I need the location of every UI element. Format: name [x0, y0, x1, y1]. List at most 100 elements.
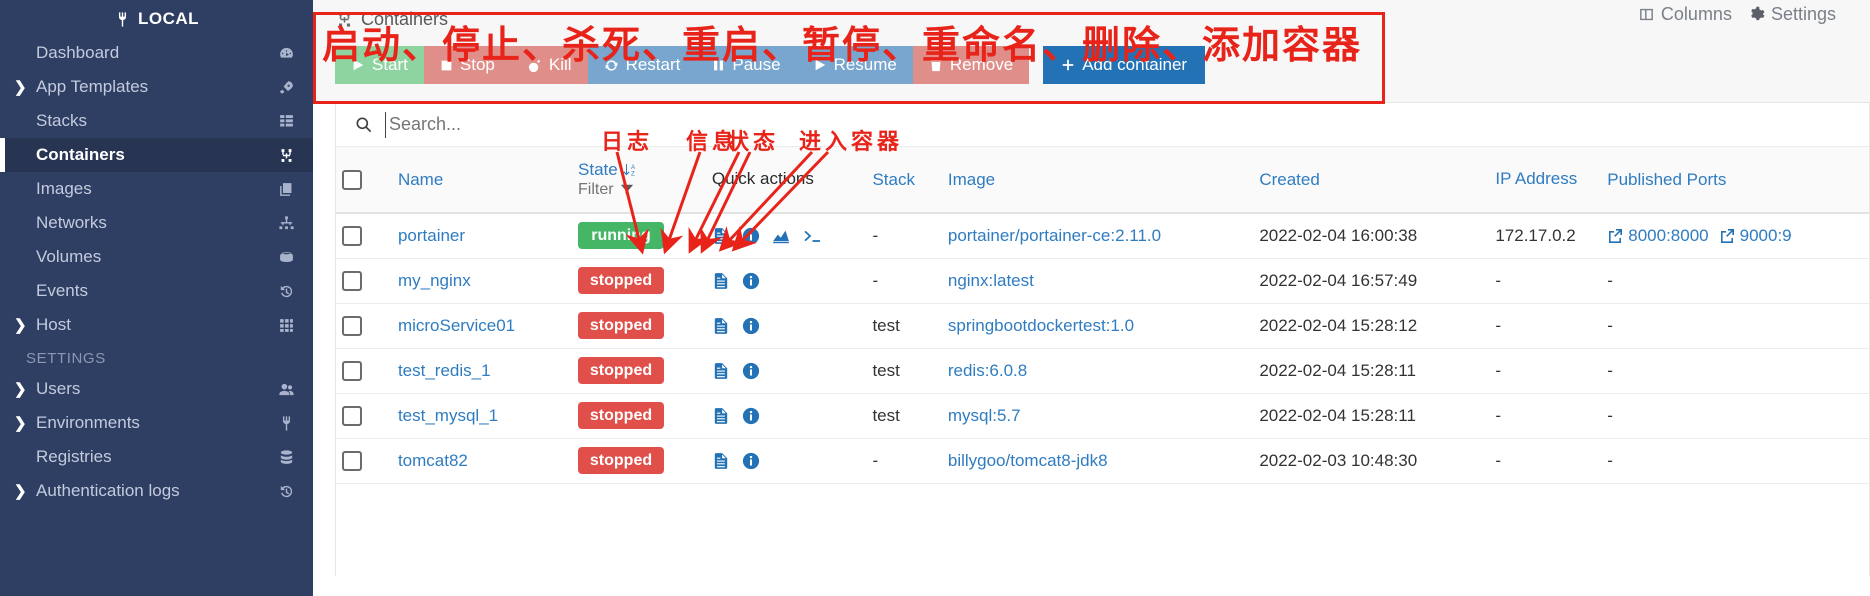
info-icon[interactable]	[742, 407, 760, 425]
sidebar-item-events[interactable]: ❯ Events	[0, 274, 313, 308]
column-header-published-ports[interactable]: Published Ports	[1601, 147, 1869, 214]
columns-button[interactable]: Columns	[1638, 4, 1732, 25]
row-checkbox[interactable]	[342, 225, 362, 246]
row-checkbox[interactable]	[342, 360, 362, 381]
sidebar-item-containers[interactable]: ❯ Containers	[0, 138, 313, 172]
search-bar	[336, 103, 1869, 147]
cell-quick-actions	[705, 438, 867, 484]
info-icon[interactable]	[742, 227, 760, 245]
stop-button[interactable]: Stop	[423, 46, 511, 84]
add-container-button[interactable]: Add container	[1043, 46, 1206, 84]
plug-icon	[271, 415, 295, 432]
status-badge: running	[578, 222, 665, 250]
column-header-ip-address[interactable]: IP Address	[1489, 147, 1602, 214]
published-port-link[interactable]: 9000:9	[1719, 226, 1792, 246]
row-checkbox[interactable]	[342, 270, 362, 291]
row-checkbox[interactable]	[342, 315, 362, 336]
header-actions: Columns Settings	[1638, 4, 1836, 25]
sidebar-item-images[interactable]: ❯ Images	[0, 172, 313, 206]
column-header-state[interactable]: State AZ Filter	[572, 147, 706, 214]
column-header-name[interactable]: Name	[391, 147, 573, 214]
sidebar-item-stacks[interactable]: ❯ Stacks	[0, 104, 313, 138]
history-icon	[271, 483, 295, 500]
table-row[interactable]: portainer running - portainer/portainer-	[336, 213, 1869, 259]
container-name-link[interactable]: test_mysql_1	[398, 406, 498, 425]
logs-icon[interactable]	[712, 452, 730, 470]
sidebar-item-environments[interactable]: ❯ Environments	[0, 406, 313, 440]
settings-button[interactable]: Settings	[1748, 4, 1836, 25]
sidebar-item-label: Volumes	[36, 247, 102, 266]
chevron-right-icon: ❯	[14, 381, 27, 398]
sidebar-item-label: Users	[36, 379, 81, 398]
column-header-stack[interactable]: Stack	[866, 147, 942, 214]
info-icon[interactable]	[742, 452, 760, 470]
sidebar-item-authentication-logs[interactable]: ❯ Authentication logs	[0, 474, 313, 508]
info-icon[interactable]	[742, 272, 760, 290]
quick-actions-label: Quick actions	[711, 169, 814, 189]
bomb-icon	[527, 58, 542, 73]
image-link[interactable]: redis:6.0.8	[948, 361, 1027, 380]
logs-icon[interactable]	[712, 227, 730, 245]
restart-button[interactable]: Restart	[587, 46, 697, 84]
sidebar-item-host[interactable]: ❯ Host	[0, 308, 313, 342]
image-link[interactable]: nginx:latest	[948, 271, 1034, 290]
sidebar-item-networks[interactable]: ❯ Networks	[0, 206, 313, 240]
image-link[interactable]: springbootdockertest:1.0	[948, 316, 1134, 335]
dashboard-icon	[271, 45, 295, 62]
logs-icon[interactable]	[712, 407, 730, 425]
table-row[interactable]: microService01 stopped test springbootdo…	[336, 303, 1869, 349]
image-link[interactable]: billygoo/tomcat8-jdk8	[948, 451, 1108, 470]
cell-ip-address: -	[1489, 258, 1602, 304]
svg-text:Z: Z	[631, 171, 635, 178]
image-link[interactable]: portainer/portainer-ce:2.11.0	[948, 226, 1161, 245]
image-link[interactable]: mysql:5.7	[948, 406, 1021, 425]
start-button[interactable]: Start	[335, 46, 424, 84]
sidebar-item-app-templates[interactable]: ❯ App Templates	[0, 70, 313, 104]
cell-created: 2022-02-04 15:28:11	[1253, 348, 1490, 394]
column-header-image[interactable]: Image	[941, 147, 1254, 214]
search-input[interactable]	[385, 111, 785, 138]
table-row[interactable]: tomcat82 stopped - billygoo/tomcat8-jdk8…	[336, 438, 1869, 484]
container-name-link[interactable]: test_redis_1	[398, 361, 491, 380]
stats-icon[interactable]	[772, 227, 790, 245]
row-checkbox[interactable]	[342, 450, 362, 471]
pause-button[interactable]: Pause	[696, 46, 797, 84]
published-port-link[interactable]: 8000:8000	[1607, 226, 1709, 246]
resume-button[interactable]: Resume	[796, 46, 913, 84]
container-action-toolbar: Start Stop Kill Restart Pause Resume Rem…	[335, 46, 1870, 84]
column-header-created[interactable]: Created	[1253, 147, 1490, 214]
funnel-icon[interactable]	[620, 183, 634, 197]
info-icon[interactable]	[742, 362, 760, 380]
cell-created: 2022-02-04 16:57:49	[1253, 258, 1490, 304]
column-header-quick-actions: Quick actions	[705, 147, 867, 214]
sidebar-item-dashboard[interactable]: ❯ Dashboard	[0, 36, 313, 70]
table-row[interactable]: test_redis_1 stopped test redis:6.0.8 20…	[336, 348, 1869, 394]
select-all-checkbox[interactable]	[342, 169, 362, 190]
sidebar-item-volumes[interactable]: ❯ Volumes	[0, 240, 313, 274]
pause-label: Pause	[732, 55, 781, 74]
logs-icon[interactable]	[712, 362, 730, 380]
cell-state: stopped	[572, 258, 706, 304]
table-row[interactable]: test_mysql_1 stopped test mysql:5.7 2022…	[336, 393, 1869, 439]
container-name-link[interactable]: my_nginx	[398, 271, 471, 290]
cell-name: portainer	[391, 213, 573, 259]
logs-icon[interactable]	[712, 317, 730, 335]
container-name-link[interactable]: portainer	[398, 226, 465, 245]
portainer-app: LOCAL ❯ Dashboard ❯ App Templates ❯ Stac…	[0, 0, 1870, 596]
kill-button[interactable]: Kill	[510, 46, 588, 84]
sidebar-item-label: Environments	[36, 413, 140, 432]
sidebar-item-label: Dashboard	[36, 43, 120, 62]
logs-icon[interactable]	[712, 272, 730, 290]
container-name-link[interactable]: tomcat82	[398, 451, 468, 470]
row-checkbox[interactable]	[342, 405, 362, 426]
sidebar-item-registries[interactable]: ❯ Registries	[0, 440, 313, 474]
row-select-cell	[336, 348, 392, 394]
sort-az-icon[interactable]: AZ	[622, 162, 638, 178]
console-icon[interactable]	[802, 227, 822, 245]
sidebar-item-users[interactable]: ❯ Users	[0, 372, 313, 406]
remove-button[interactable]: Remove	[912, 46, 1030, 84]
container-name-link[interactable]: microService01	[398, 316, 515, 335]
table-row[interactable]: my_nginx stopped - nginx:latest 2022-02-…	[336, 258, 1869, 304]
info-icon[interactable]	[742, 317, 760, 335]
cell-quick-actions	[705, 303, 867, 349]
